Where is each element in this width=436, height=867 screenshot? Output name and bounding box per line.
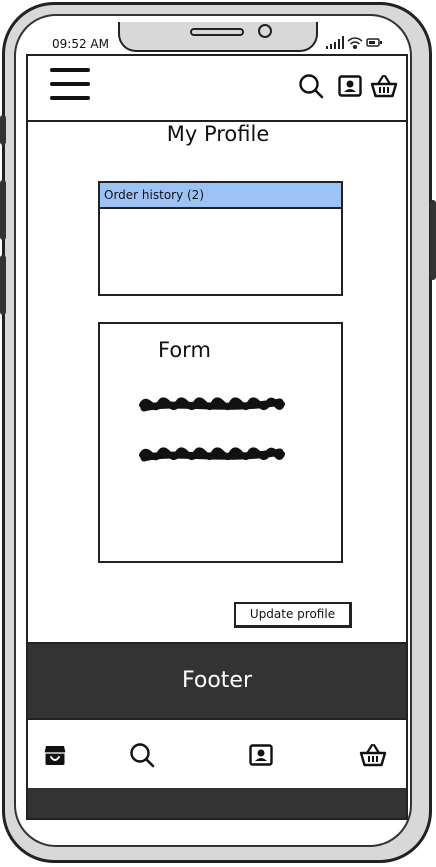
store-icon[interactable] <box>43 743 67 767</box>
order-history-panel[interactable]: Order history (2) <box>98 181 343 296</box>
update-profile-button[interactable]: Update profile <box>234 602 352 628</box>
menu-button[interactable] <box>50 68 90 110</box>
status-icons <box>326 36 382 50</box>
phone-notch <box>118 22 318 52</box>
form-field-placeholder[interactable] <box>136 442 288 468</box>
battery-icon <box>366 38 382 47</box>
form-field-placeholder[interactable] <box>136 392 288 418</box>
power-button <box>430 200 436 280</box>
speaker-grille <box>190 28 244 36</box>
signal-icon <box>326 36 344 49</box>
wifi-icon <box>347 37 363 50</box>
search-icon[interactable] <box>129 742 155 768</box>
profile-icon[interactable] <box>338 75 362 97</box>
bottom-nav <box>28 720 406 788</box>
profile-icon[interactable] <box>249 744 273 766</box>
basket-icon[interactable] <box>359 742 387 768</box>
page-title: My Profile <box>166 122 270 146</box>
footer: Footer <box>28 642 406 720</box>
menu-icon-bar <box>50 82 90 86</box>
volume-up-button <box>0 180 6 240</box>
status-time: 09:52 AM <box>52 37 109 51</box>
search-icon[interactable] <box>298 73 324 99</box>
menu-icon-bar <box>50 96 90 100</box>
basket-icon[interactable] <box>370 73 398 99</box>
order-history-header[interactable]: Order history (2) <box>100 183 341 209</box>
home-indicator-bar <box>28 788 406 818</box>
front-camera <box>258 24 272 38</box>
form-title: Form <box>158 338 211 362</box>
volume-down-button <box>0 255 6 315</box>
menu-icon-bar <box>50 68 90 72</box>
